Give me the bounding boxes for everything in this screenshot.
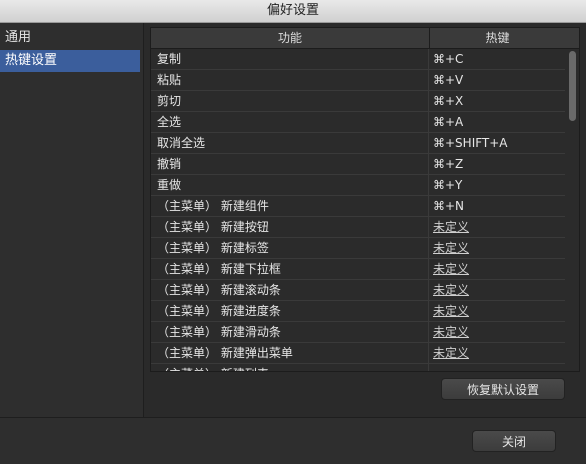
function-cell: （主菜单） 新建标签 [151, 238, 429, 258]
hotkey-cell[interactable]: 未定义 [430, 280, 565, 300]
hotkey-cell[interactable]: 未定义 [430, 217, 565, 237]
hotkey-cell[interactable]: ⌘+SHIFT+A [430, 133, 565, 153]
function-cell: （主菜单） 新建组件 [151, 196, 429, 216]
table-body: 复制 ⌘+C 粘贴 ⌘+V 剪切 ⌘+X 全选 ⌘+A 取消全选 ⌘+SHIFT+A 撤销 ⌘+Z 重做… [151, 49, 565, 371]
table-row[interactable]: （主菜单） 新建弹出菜单 未定义 [151, 343, 565, 364]
function-cell: 复制 [151, 49, 429, 69]
table-row[interactable]: （主菜单） 新建滑动条 未定义 [151, 322, 565, 343]
function-cell: （主菜单） 新建滑动条 [151, 322, 429, 342]
function-cell: 撤销 [151, 154, 429, 174]
function-cell: （主菜单） 新建进度条 [151, 301, 429, 321]
hotkey-cell[interactable]: ⌘+N [430, 196, 565, 216]
hotkey-cell[interactable]: 未定义 [430, 301, 565, 321]
hotkey-cell[interactable]: ⌘+V [430, 70, 565, 90]
table-row[interactable]: （主菜单） 新建进度条 未定义 [151, 301, 565, 322]
hotkey-cell[interactable]: 未定义 [430, 343, 565, 363]
table-row[interactable]: 撤销 ⌘+Z [151, 154, 565, 175]
function-cell: （主菜单） 新建弹出菜单 [151, 343, 429, 363]
reset-defaults-button[interactable]: 恢复默认设置 [441, 378, 565, 400]
hotkey-panel: 功能 热键 复制 ⌘+C 粘贴 ⌘+V 剪切 ⌘+X 全选 ⌘+A 取消全选 ⌘+SHIFT+A 撤… [144, 23, 586, 417]
table-row[interactable]: （主菜单） 新建组件 ⌘+N [151, 196, 565, 217]
sidebar: 通用 热键设置 [0, 23, 144, 417]
table-row[interactable]: 复制 ⌘+C [151, 49, 565, 70]
sidebar-item-general[interactable]: 通用 [0, 27, 140, 49]
column-header-function[interactable]: 功能 [151, 28, 430, 48]
hotkey-cell[interactable]: ⌘+C [430, 49, 565, 69]
table-row[interactable]: 粘贴 ⌘+V [151, 70, 565, 91]
hotkey-cell[interactable] [430, 364, 565, 371]
function-cell: 剪切 [151, 91, 429, 111]
window-title: 偏好设置 [0, 0, 586, 23]
hotkey-cell[interactable]: ⌘+A [430, 112, 565, 132]
close-button[interactable]: 关闭 [472, 430, 556, 452]
hotkey-table: 功能 热键 复制 ⌘+C 粘贴 ⌘+V 剪切 ⌘+X 全选 ⌘+A 取消全选 ⌘+SHIFT+A 撤… [150, 27, 580, 372]
function-cell: （主菜单） 新建下拉框 [151, 259, 429, 279]
column-header-hotkey[interactable]: 热键 [430, 28, 565, 48]
table-row[interactable]: （主菜单） 新建列表 [151, 364, 565, 371]
scrollbar-thumb[interactable] [569, 51, 576, 121]
hotkey-cell[interactable]: ⌘+X [430, 91, 565, 111]
function-cell: 重做 [151, 175, 429, 195]
function-cell: （主菜单） 新建按钮 [151, 217, 429, 237]
table-row[interactable]: 重做 ⌘+Y [151, 175, 565, 196]
table-header: 功能 热键 [151, 28, 579, 49]
function-cell: （主菜单） 新建滚动条 [151, 280, 429, 300]
hotkey-cell[interactable]: 未定义 [430, 322, 565, 342]
bottom-bar: 关闭 [0, 417, 586, 464]
hotkey-cell[interactable]: 未定义 [430, 238, 565, 258]
table-row[interactable]: （主菜单） 新建下拉框 未定义 [151, 259, 565, 280]
table-row[interactable]: 全选 ⌘+A [151, 112, 565, 133]
function-cell: 全选 [151, 112, 429, 132]
hotkey-cell[interactable]: ⌘+Z [430, 154, 565, 174]
table-row[interactable]: （主菜单） 新建按钮 未定义 [151, 217, 565, 238]
sidebar-item-hotkeys[interactable]: 热键设置 [0, 50, 140, 72]
table-scrollbar[interactable] [565, 49, 579, 371]
table-row[interactable]: （主菜单） 新建滚动条 未定义 [151, 280, 565, 301]
function-cell: （主菜单） 新建列表 [151, 364, 429, 371]
hotkey-cell[interactable]: 未定义 [430, 259, 565, 279]
function-cell: 粘贴 [151, 70, 429, 90]
hotkey-cell[interactable]: ⌘+Y [430, 175, 565, 195]
table-row[interactable]: 取消全选 ⌘+SHIFT+A [151, 133, 565, 154]
table-row[interactable]: 剪切 ⌘+X [151, 91, 565, 112]
function-cell: 取消全选 [151, 133, 429, 153]
table-row[interactable]: （主菜单） 新建标签 未定义 [151, 238, 565, 259]
